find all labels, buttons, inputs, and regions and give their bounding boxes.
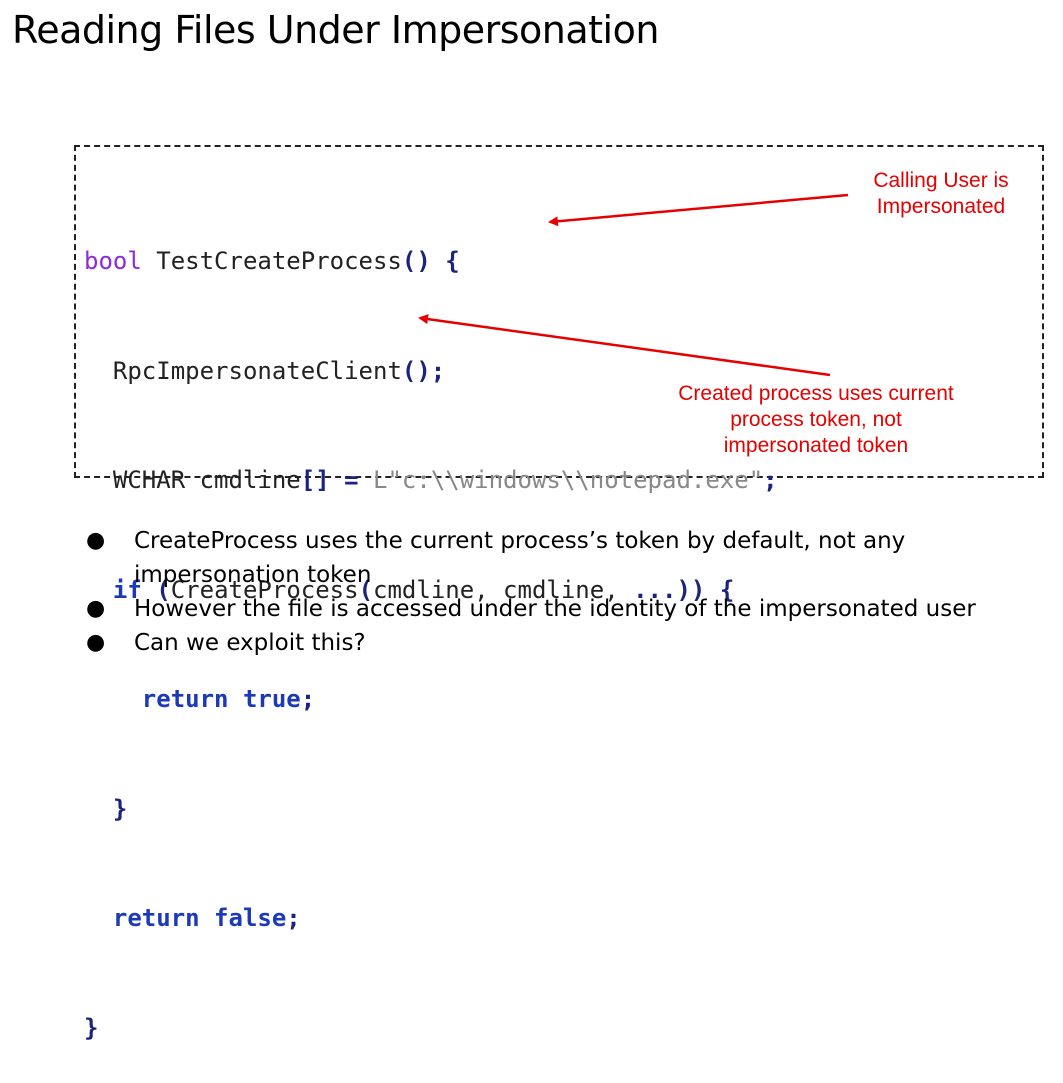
code-brackets: [] xyxy=(300,466,330,494)
callout-line: process token, not xyxy=(730,408,902,431)
code-semicolon: ; xyxy=(300,685,316,713)
code-function-name: TestCreateProcess xyxy=(141,247,402,275)
bullet-item: ● CreateProcess uses the current process… xyxy=(82,524,1042,592)
code-semicolon: ; xyxy=(763,466,778,494)
bullet-list: ● CreateProcess uses the current process… xyxy=(82,524,1042,660)
code-parens: () xyxy=(401,356,431,385)
bullet-dot-icon: ● xyxy=(86,528,106,553)
code-line-7: return false; xyxy=(84,900,778,937)
code-brace: } xyxy=(84,1013,99,1042)
code-line-6: } xyxy=(84,791,778,828)
callout-process-token: Created process uses current process tok… xyxy=(646,381,986,459)
code-semicolon: ; xyxy=(286,904,301,932)
code-keyword: bool xyxy=(84,247,142,275)
bullet-text: However the file is accessed under the i… xyxy=(134,596,976,622)
code-call: RpcImpersonateClient xyxy=(112,356,402,385)
code-brace: } xyxy=(112,794,128,823)
code-keyword: return false xyxy=(112,904,287,932)
code-line-3: WCHAR cmdline[] = L"c:\\windows\\notepad… xyxy=(84,462,778,499)
bullet-dot-icon: ● xyxy=(86,596,106,621)
bullet-item: ● However the file is accessed under the… xyxy=(82,592,1042,626)
bullet-dot-icon: ● xyxy=(86,630,106,655)
bullet-item: ● Can we exploit this? xyxy=(82,626,1042,660)
callout-line: impersonated token xyxy=(723,434,909,457)
bullet-text: CreateProcess uses the current process’s… xyxy=(134,528,906,554)
callout-line: Impersonated xyxy=(876,195,1006,218)
callout-line: Calling User is xyxy=(873,169,1009,192)
slide-title: Reading Files Under Impersonation xyxy=(12,8,659,52)
code-line-5: return true; xyxy=(84,681,778,718)
code-brace: { xyxy=(430,247,460,275)
code-line-8: } xyxy=(84,1010,778,1047)
code-semicolon: ; xyxy=(430,356,446,385)
code-string: L"c:\\windows\\notepad.exe" xyxy=(373,466,764,494)
callout-line: Created process uses current xyxy=(678,382,954,405)
code-equals: = xyxy=(329,466,374,494)
bullet-text: Can we exploit this? xyxy=(134,630,366,656)
bullet-text-continued: impersonation token xyxy=(134,562,372,588)
code-declaration: WCHAR cmdline xyxy=(112,466,301,494)
code-keyword: return true xyxy=(141,685,301,713)
code-parens: () xyxy=(401,247,431,275)
code-line-1: bool TestCreateProcess() { xyxy=(84,243,778,280)
callout-impersonated: Calling User is Impersonated xyxy=(846,168,1036,220)
